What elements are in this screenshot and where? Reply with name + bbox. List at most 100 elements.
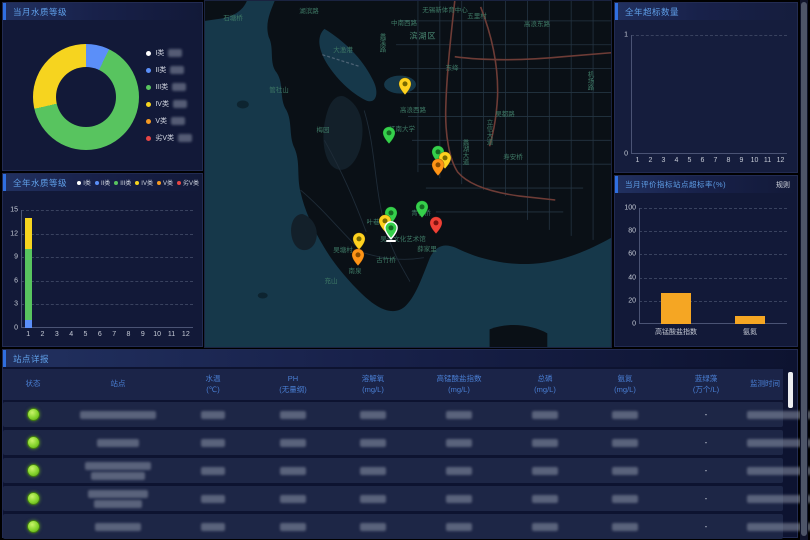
table-scrollbar-thumb[interactable] xyxy=(788,372,793,408)
legend-label: IV类 xyxy=(141,178,153,187)
map-canvas[interactable] xyxy=(205,1,611,347)
page-scrollbar-thumb[interactable] xyxy=(801,2,807,536)
legend-item[interactable]: I类 xyxy=(146,48,192,58)
y-axis-label: 20 xyxy=(628,297,639,304)
rule-link[interactable]: 规则 xyxy=(776,180,790,190)
legend-label: 劣V类 xyxy=(155,133,174,143)
panel-year-grade: 全年水质等级 I类II类III类IV类V类劣V类 036912151234567… xyxy=(2,173,203,347)
value-masked xyxy=(446,495,472,503)
rate-bar-chart: 020406080100高锰酸盐指数氨氮 xyxy=(639,208,787,324)
value-masked xyxy=(280,467,306,475)
value-masked xyxy=(360,495,386,503)
value-masked xyxy=(360,411,386,419)
table-row[interactable]: - xyxy=(3,458,783,483)
value-cell xyxy=(173,439,253,447)
grid-line xyxy=(639,231,787,232)
station-name-masked xyxy=(91,472,145,480)
table-row[interactable]: - xyxy=(3,486,783,511)
rate-bar[interactable] xyxy=(661,293,691,324)
column-header: 监测时间 xyxy=(747,379,783,389)
value-masked xyxy=(201,439,225,447)
value-masked xyxy=(201,411,225,419)
panel-header: 站点详报 xyxy=(3,350,797,367)
grid-line xyxy=(21,304,193,305)
status-dot-green xyxy=(27,464,40,477)
map-pin-red[interactable] xyxy=(429,216,443,235)
pin-icon xyxy=(429,216,443,235)
value-masked xyxy=(360,523,386,531)
x-axis-label: 12 xyxy=(182,331,190,338)
legend-item[interactable]: V类 xyxy=(157,178,173,187)
legend-value-masked xyxy=(172,83,186,91)
pin-icon xyxy=(382,126,396,145)
x-axis-label: 3 xyxy=(662,157,666,164)
water-quality-dashboard: 当月水质等级 I类II类III类IV类V类劣V类 全年水质等级 I类II类III… xyxy=(0,0,810,540)
table-row[interactable]: - xyxy=(3,402,783,427)
map-pin-green[interactable] xyxy=(384,221,398,240)
value-cell xyxy=(413,523,505,531)
legend-item[interactable]: I类 xyxy=(77,178,91,187)
legend-label: II类 xyxy=(101,178,110,187)
value-masked xyxy=(201,523,225,531)
map-island xyxy=(237,101,249,109)
map-pin-green[interactable] xyxy=(415,200,429,219)
legend-item[interactable]: 劣V类 xyxy=(177,178,199,187)
panel-stations-table: 站点详报 状态站点水温(℃)PH(无量纲)溶解氧(mg/L)高锰酸盐指数(mg/… xyxy=(2,349,798,538)
rate-bar[interactable] xyxy=(735,316,765,324)
status-dot-green xyxy=(27,520,40,533)
legend-dot xyxy=(177,181,181,185)
y-axis-label: 15 xyxy=(10,207,21,214)
y-axis-label: 0 xyxy=(632,321,639,328)
value-masked xyxy=(532,495,558,503)
map-pin-orange[interactable] xyxy=(431,158,445,177)
y-axis-label: 6 xyxy=(14,277,21,284)
x-axis-label: 3 xyxy=(55,331,59,338)
map-pin-yellow[interactable] xyxy=(398,77,412,96)
y-axis-label: 40 xyxy=(628,274,639,281)
legend-item[interactable]: 劣V类 xyxy=(146,133,192,143)
value-cell xyxy=(333,439,413,447)
column-header: 氨氮(mg/L) xyxy=(585,374,665,394)
algae-cell: - xyxy=(665,522,747,531)
x-axis-label: 2 xyxy=(41,331,45,338)
page-scrollbar[interactable] xyxy=(800,0,808,540)
legend-item[interactable]: V类 xyxy=(146,116,192,126)
table-row[interactable]: - xyxy=(3,514,783,539)
value-cell xyxy=(173,523,253,531)
legend-item[interactable]: III类 xyxy=(146,82,192,92)
map-pin-orange[interactable] xyxy=(351,248,365,267)
value-cell xyxy=(253,495,333,503)
legend-item[interactable]: IV类 xyxy=(146,99,192,109)
stacked-bar-segment[interactable] xyxy=(25,249,32,320)
value-cell xyxy=(585,439,665,447)
stacked-bar-segment[interactable] xyxy=(25,218,32,249)
legend-dot xyxy=(146,85,151,90)
value-masked xyxy=(201,467,225,475)
table-row[interactable]: - xyxy=(3,430,783,455)
x-axis-label: 1 xyxy=(636,157,640,164)
value-masked xyxy=(612,439,638,447)
legend-label: I类 xyxy=(83,178,91,187)
legend-item[interactable]: IV类 xyxy=(135,178,153,187)
stacked-bar-segment[interactable] xyxy=(25,320,32,328)
value-masked xyxy=(201,495,225,503)
grid-line xyxy=(21,210,193,211)
algae-cell: - xyxy=(665,438,747,447)
column-header: 蓝绿藻(万个/L) xyxy=(665,374,747,394)
y-axis-line xyxy=(639,208,640,324)
value-masked xyxy=(532,411,558,419)
pin-selected-underline xyxy=(386,240,396,242)
legend-dot xyxy=(146,102,151,107)
column-header: 溶解氧(mg/L) xyxy=(333,374,413,394)
value-cell xyxy=(333,495,413,503)
legend-item[interactable]: II类 xyxy=(95,178,110,187)
x-axis-label: 2 xyxy=(649,157,653,164)
map-pin-green[interactable] xyxy=(382,126,396,145)
legend-item[interactable]: III类 xyxy=(114,178,131,187)
value-cell xyxy=(413,411,505,419)
value-masked xyxy=(612,411,638,419)
legend-item[interactable]: II类 xyxy=(146,65,192,75)
value-masked xyxy=(280,495,306,503)
station-cell xyxy=(63,523,173,531)
legend-value-masked xyxy=(171,117,185,125)
